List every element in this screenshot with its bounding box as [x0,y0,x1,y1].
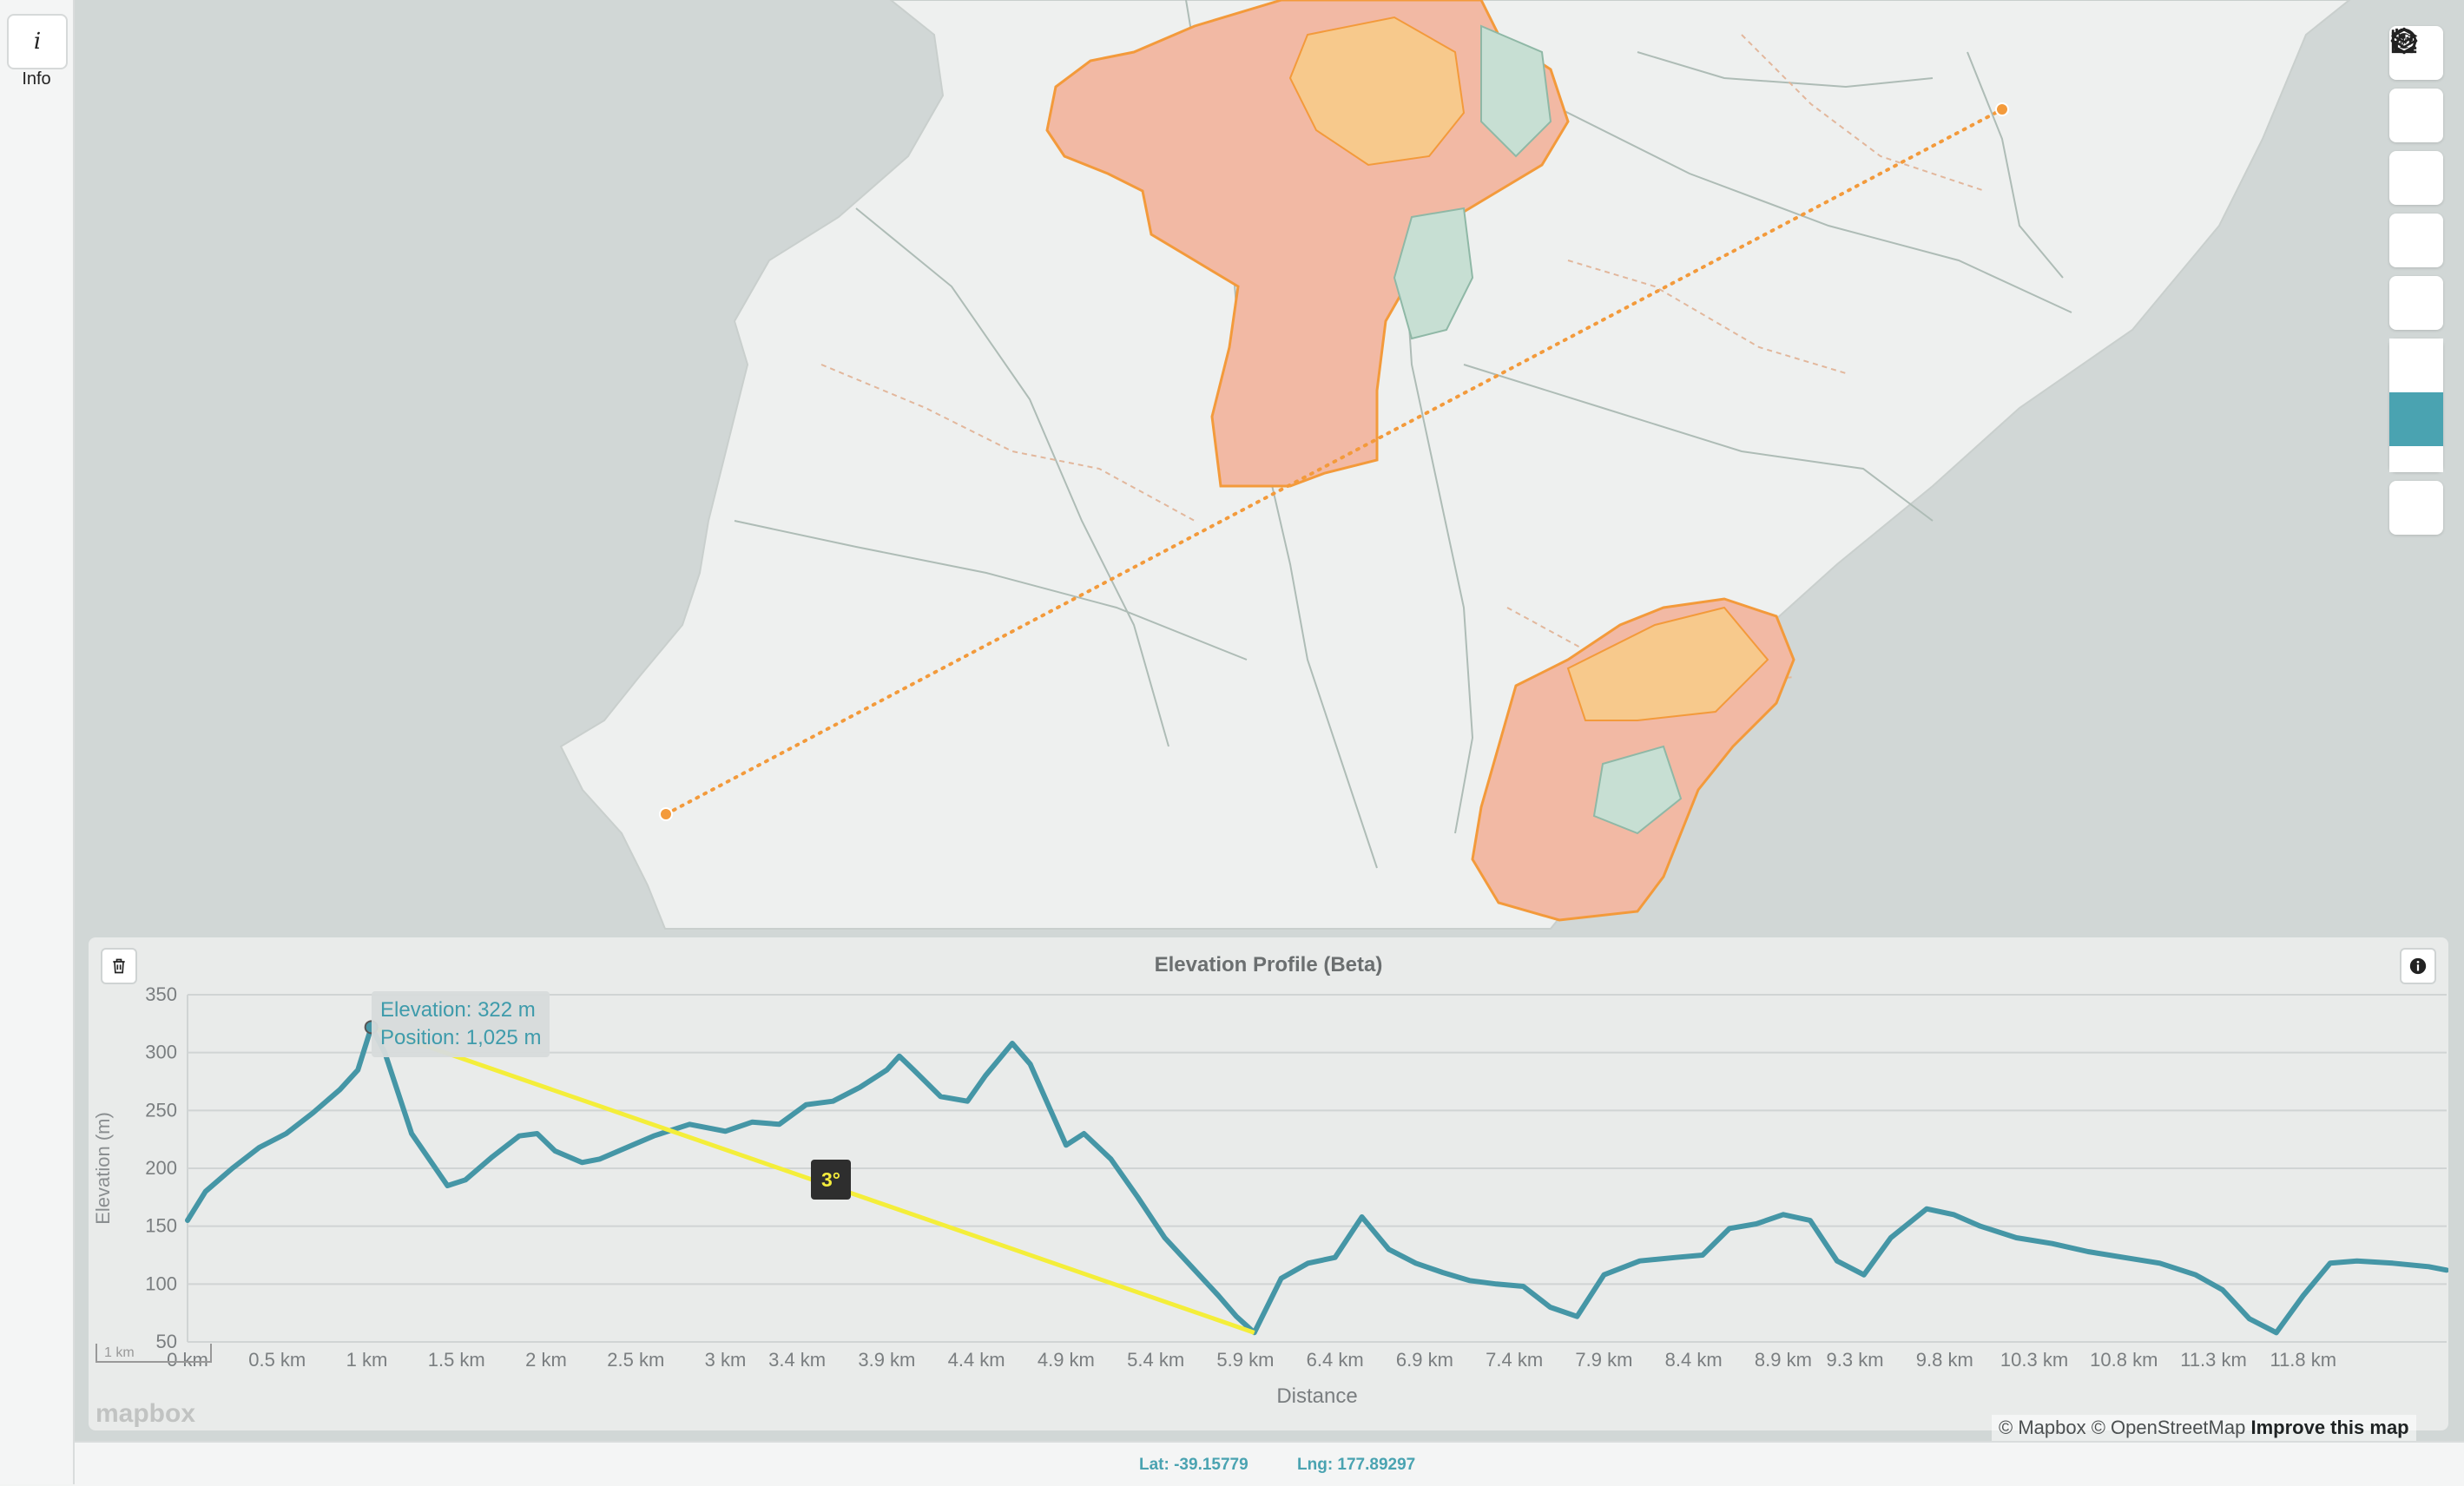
map-attribution: © Mapbox © OpenStreetMap Improve this ma… [1992,1415,2416,1441]
measure-end-point[interactable] [1995,102,2009,116]
x-tick-label: 4.9 km [1038,1349,1095,1371]
x-tick-label: 6.9 km [1396,1349,1453,1371]
map-scale: 1 km [96,1344,212,1363]
y-tick-label: 300 [145,1042,177,1063]
y-tick-label: 250 [145,1099,177,1121]
elevation-line [185,1024,2448,1336]
collapse-button[interactable] [2389,32,2443,472]
x-tick-label: 8.9 km [1755,1349,1812,1371]
x-tick-label: 11.8 km [2270,1349,2336,1371]
grade-badge: 3° [811,1160,851,1200]
ruler-button[interactable] [2389,28,2443,267]
x-tick-label: 11.3 km [2180,1349,2247,1371]
view-2d-button[interactable]: 2D [2389,27,2443,392]
x-tick-label: 2 km [525,1349,567,1371]
measure-start-point[interactable] [659,807,673,821]
x-tick-label: 3.9 km [858,1349,915,1371]
info-button[interactable]: i [7,14,68,69]
longitude-readout: Lng: 177.89297 [1297,1456,1416,1474]
x-tick-label: 7.4 km [1486,1349,1543,1371]
info-label: Info [22,69,51,89]
y-axis-title: Elevation (m) [92,1112,114,1225]
elevation-profile-button[interactable] [2389,30,2443,330]
improve-map-link[interactable]: Improve this map [2250,1417,2408,1438]
status-bar: Lat: -39.15779 Lng: 177.89297 [75,1441,2464,1486]
crop-button[interactable] [2389,28,2443,205]
y-tick-label: 350 [145,983,177,1005]
y-tick-label: 100 [145,1272,177,1294]
x-tick-label: 9.8 km [1916,1349,1973,1371]
layers-icon [2390,28,2418,54]
y-tick-label: 200 [145,1157,177,1179]
x-tick-label: 1.5 km [428,1349,485,1371]
left-rail: i Info [0,0,75,1484]
layers-button[interactable] [2389,28,2443,535]
x-tick-label: 4.4 km [948,1349,1005,1371]
x-tick-label: 5.9 km [1216,1349,1274,1371]
map-toolbar: 2D 3D [2389,26,2443,543]
x-tick-label: 0.5 km [248,1349,306,1371]
x-tick-label: 10.3 km [2000,1349,2068,1371]
x-tick-label: 3.4 km [768,1349,826,1371]
x-tick-label: 1 km [346,1349,388,1371]
x-tick-label: 7.9 km [1575,1349,1632,1371]
x-tick-label: 8.4 km [1665,1349,1723,1371]
x-tick-label: 6.4 km [1307,1349,1364,1371]
rotate-3d-button[interactable]: 3D [2389,30,2443,446]
view-group: 2D 3D [2389,27,2443,472]
attribution-text[interactable]: © Mapbox © OpenStreetMap [1999,1417,2245,1438]
tooltip-position: Position: 1,025 m [380,1026,542,1049]
info-icon: i [33,29,42,55]
compass-button[interactable] [2389,28,2443,142]
chart-tooltip: Elevation: 322 m Position: 1,025 m [372,991,550,1057]
x-tick-label: 5.4 km [1127,1349,1184,1371]
latitude-readout: Lat: -39.15779 [1139,1456,1248,1474]
mapbox-logo[interactable]: mapbox [96,1399,195,1429]
x-tick-label: 10.8 km [2090,1349,2158,1371]
y-tick-label: 150 [145,1215,177,1237]
x-tick-label: 9.3 km [1827,1349,1884,1371]
tooltip-elevation: Elevation: 322 m [380,998,536,1022]
x-tick-label: 2.5 km [607,1349,664,1371]
x-axis-title: Distance [1276,1384,1357,1408]
x-tick-label: 3 km [705,1349,747,1371]
